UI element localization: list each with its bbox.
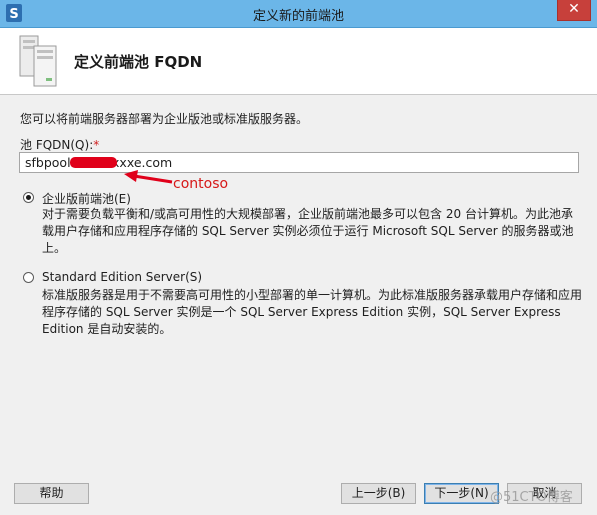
standard-description: 标准版服务器是用于不需要高可用性的小型部署的单一计算机。为此标准版服务器承载用户… (42, 288, 583, 336)
window-title: 定义新的前端池 (252, 9, 344, 24)
required-mark: * (93, 138, 100, 152)
fqdn-label: 池 FQDN(Q):* (20, 136, 99, 153)
back-button[interactable]: 上一步(B) (341, 483, 416, 504)
intro-text: 您可以将前端服务器部署为企业版池或标准版服务器。 (20, 112, 309, 126)
redaction-mark (70, 157, 117, 168)
radio-enterprise-pool[interactable] (23, 192, 34, 203)
annotation-arrow (124, 170, 173, 184)
radio-standard-label[interactable]: Standard Edition Server(S) (42, 270, 202, 284)
annotation-text: contoso (173, 176, 229, 192)
next-button[interactable]: 下一步(N) (424, 483, 499, 504)
title-bar: S 定义新的前端池 ✕ (0, 0, 597, 28)
wizard-header: 定义前端池 FQDN (0, 28, 597, 95)
radio-standard-server[interactable] (23, 272, 34, 283)
fqdn-label-text: 池 FQDN(Q): (20, 138, 94, 152)
page-title: 定义前端池 FQDN (74, 53, 203, 71)
help-button[interactable]: 帮助 (14, 483, 89, 504)
server-icon (19, 35, 57, 87)
close-button[interactable]: ✕ (557, 0, 591, 21)
enterprise-description: 对于需要负载平衡和/或高可用性的大规模部署，企业版前端池最多可以包含 20 台计… (42, 207, 574, 255)
watermark: @51CTO博客 (490, 490, 573, 505)
radio-enterprise-label[interactable]: 企业版前端池(E) (42, 190, 131, 207)
